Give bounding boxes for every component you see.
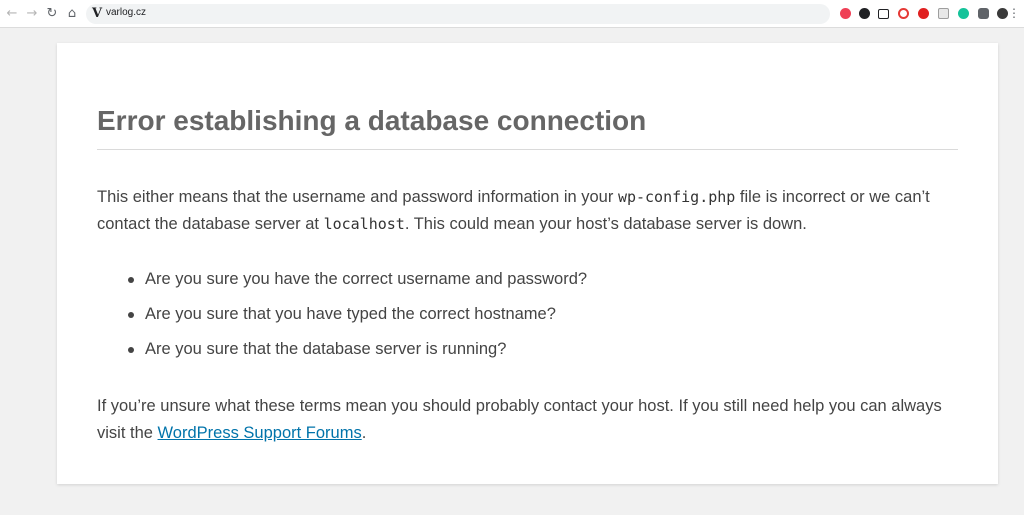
list-item: Are you sure that the database server is… [128,332,958,367]
link-icon[interactable] [898,8,909,19]
error-description: This either means that the username and … [97,184,958,238]
menu-icon[interactable]: ⋮ [1008,6,1020,20]
support-forums-link[interactable]: WordPress Support Forums [158,424,362,442]
list-item-text: Are you sure you have the correct userna… [145,270,588,289]
error-card: Error establishing a database connection… [57,43,998,484]
arrow-left-icon[interactable]: ← [4,6,20,22]
picture-in-picture-icon[interactable] [878,9,889,19]
home-icon[interactable]: ⌂ [64,6,80,22]
browser-toolbar: ← → ↻ ⌂ V varlog.cz ⋮ [0,0,1024,28]
pocket-icon[interactable] [840,8,851,19]
list-item: Are you sure that you have typed the cor… [128,297,958,332]
description-text: This either means that the username and … [97,188,618,207]
bullet-icon [128,277,134,284]
profile-icon[interactable] [997,8,1008,19]
list-item: Are you sure you have the correct userna… [128,262,958,297]
config-file-code: wp-config.php [617,188,736,207]
bullet-icon [128,347,134,354]
shield-icon[interactable] [859,8,870,19]
bullet-icon [128,312,134,319]
reload-icon[interactable]: ↻ [44,6,60,22]
list-item-text: Are you sure that you have typed the cor… [145,305,556,324]
help-text: . [361,424,367,443]
page-icon[interactable] [938,8,949,19]
address-bar[interactable]: V varlog.cz [86,4,830,24]
site-favicon-icon: V [92,6,103,21]
url-text[interactable]: varlog.cz [106,7,146,18]
description-text: . This could mean your host’s database s… [404,215,807,234]
troubleshooting-list: Are you sure you have the correct userna… [97,262,958,367]
list-item-text: Are you sure that the database server is… [145,340,507,359]
error-title: Error establishing a database connection [97,43,958,151]
block-icon[interactable] [918,8,929,19]
help-paragraph: If you’re unsure what these terms mean y… [97,393,958,447]
grammarly-icon[interactable] [958,8,969,19]
host-code: localhost [323,215,405,234]
arrow-right-icon[interactable]: → [24,6,40,22]
puzzle-icon[interactable] [978,8,989,19]
